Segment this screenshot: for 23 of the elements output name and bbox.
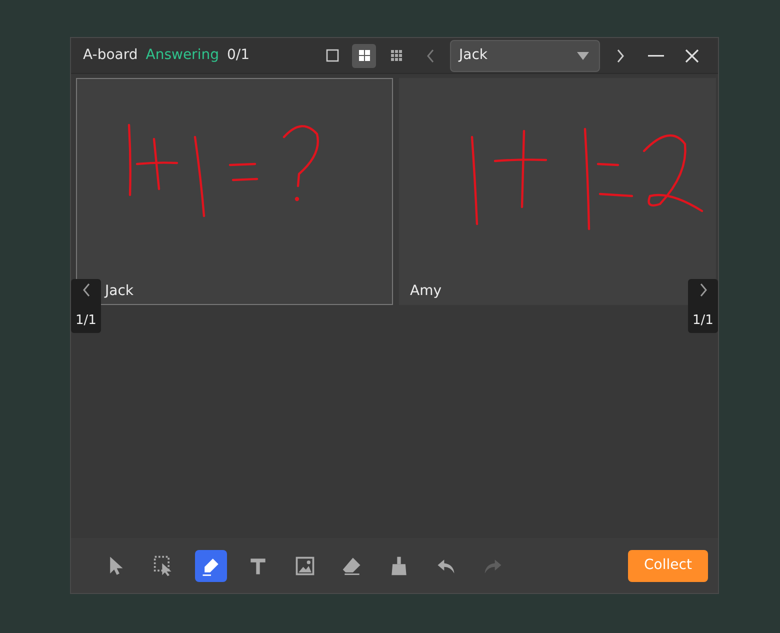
- grid-view-button[interactable]: [352, 44, 376, 68]
- chevron-right-icon: [616, 48, 624, 62]
- student-board[interactable]: Amy: [399, 78, 716, 305]
- page-control[interactable]: 1/1: [71, 279, 101, 333]
- grid-view-icon: [358, 49, 370, 62]
- chevron-left-icon: [82, 283, 90, 297]
- pen-tool[interactable]: [195, 550, 227, 582]
- minimize-icon: [648, 54, 664, 56]
- image-icon: [294, 554, 316, 576]
- answer-count: 0/1: [226, 46, 250, 65]
- page-control[interactable]: 1/1: [688, 279, 718, 333]
- chevron-right-icon: [698, 283, 708, 297]
- single-view-icon: [326, 49, 338, 62]
- student-dropdown[interactable]: Jack: [450, 40, 600, 72]
- student-name: Jack: [105, 282, 134, 301]
- status-label: Answering: [146, 46, 219, 65]
- student-name: Amy: [410, 282, 442, 301]
- window-title: A-board: [83, 46, 138, 65]
- caret-icon: [577, 52, 589, 60]
- nine-grid-icon: [390, 49, 402, 62]
- close-icon: [685, 48, 699, 62]
- chevron-left-icon: [426, 48, 434, 62]
- student-board[interactable]: Jack: [76, 78, 393, 305]
